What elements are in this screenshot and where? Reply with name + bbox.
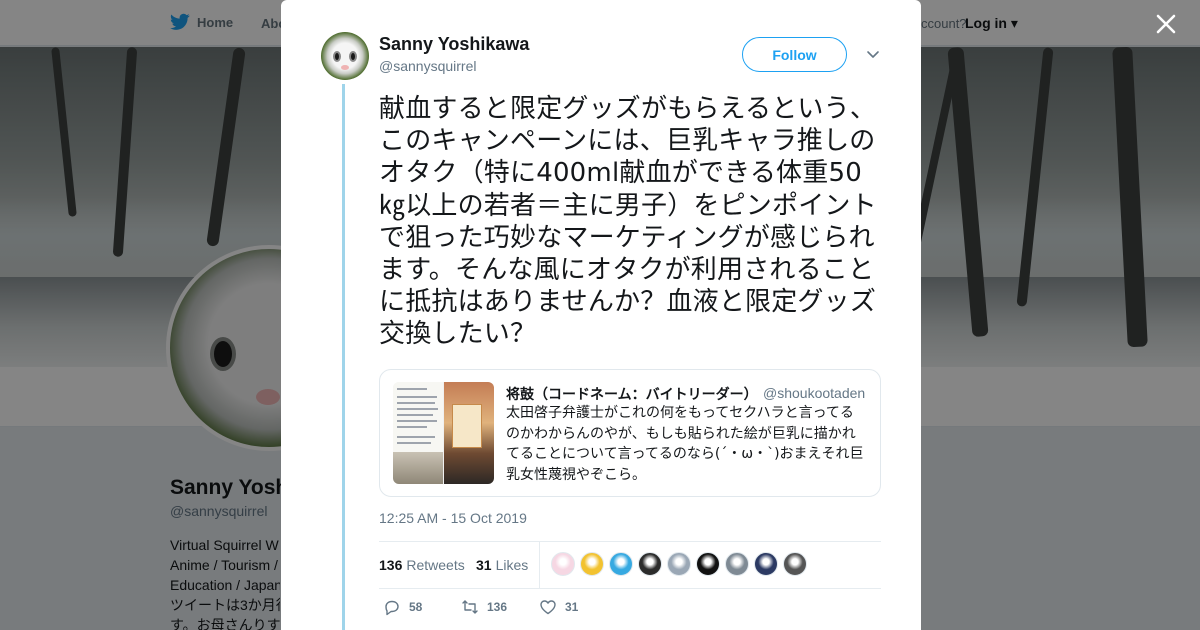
likes-label: Likes bbox=[495, 557, 529, 573]
tweet-text: 献血すると限定グッズがもらえるという、このキャンペーンには、巨乳キャラ推しのオタ… bbox=[379, 94, 877, 350]
quoted-tweet-image[interactable] bbox=[393, 382, 494, 484]
quoted-tweet[interactable]: 将鼓（コードネーム：バイトリーダー） @shoukootaden 太田啓子弁護士… bbox=[379, 369, 881, 497]
liker-avatar[interactable] bbox=[696, 552, 720, 576]
tweet-timestamp[interactable]: 12:25 AM - 15 Oct 2019 bbox=[379, 510, 527, 526]
liker-avatars bbox=[551, 552, 807, 576]
author-name[interactable]: Sanny Yoshikawa bbox=[379, 34, 529, 55]
follow-button[interactable]: Follow bbox=[742, 37, 847, 72]
quoted-author-name: 将鼓（コードネーム：バイトリーダー） bbox=[506, 387, 758, 403]
retweets-count: 136 bbox=[379, 557, 403, 573]
author-handle[interactable]: @sannysquirrel bbox=[379, 58, 476, 74]
retweet-button[interactable]: 136 bbox=[461, 598, 507, 616]
liker-avatar[interactable] bbox=[551, 552, 575, 576]
chevron-down-icon[interactable] bbox=[865, 46, 881, 62]
liker-avatar[interactable] bbox=[754, 552, 778, 576]
heart-icon bbox=[540, 600, 556, 615]
reply-button[interactable]: 58 bbox=[383, 598, 422, 616]
retweet-count: 136 bbox=[487, 600, 508, 614]
tweet-stats: 136 Retweets 31 Likes bbox=[379, 541, 881, 589]
liker-avatar[interactable] bbox=[667, 552, 691, 576]
likes-stat[interactable]: 31 Likes bbox=[476, 557, 528, 573]
quoted-author-handle: @shoukootaden bbox=[763, 385, 866, 401]
like-count: 31 bbox=[565, 600, 579, 614]
likes-count: 31 bbox=[476, 557, 492, 573]
thread-line bbox=[342, 84, 345, 630]
liker-avatar[interactable] bbox=[783, 552, 807, 576]
quoted-tweet-text: 太田啓子弁護士がこれの何をもってセクハラと言ってるのかわからんのやが、もしも貼ら… bbox=[506, 405, 864, 483]
liker-avatar[interactable] bbox=[725, 552, 749, 576]
reply-count: 58 bbox=[409, 600, 423, 614]
retweet-icon bbox=[462, 600, 478, 614]
retweets-label: Retweets bbox=[406, 557, 465, 573]
like-button[interactable]: 31 bbox=[539, 598, 578, 616]
tweet-actions: 58 136 31 bbox=[379, 598, 779, 622]
author-avatar[interactable] bbox=[321, 32, 369, 80]
liker-avatar[interactable] bbox=[638, 552, 662, 576]
retweets-stat[interactable]: 136 Retweets bbox=[379, 557, 465, 573]
close-icon[interactable] bbox=[1153, 11, 1179, 37]
liker-avatar[interactable] bbox=[580, 552, 604, 576]
liker-avatar[interactable] bbox=[609, 552, 633, 576]
reply-icon bbox=[385, 600, 399, 616]
tweet-permalink-modal: Sanny Yoshikawa @sannysquirrel Follow 献血… bbox=[281, 0, 921, 630]
